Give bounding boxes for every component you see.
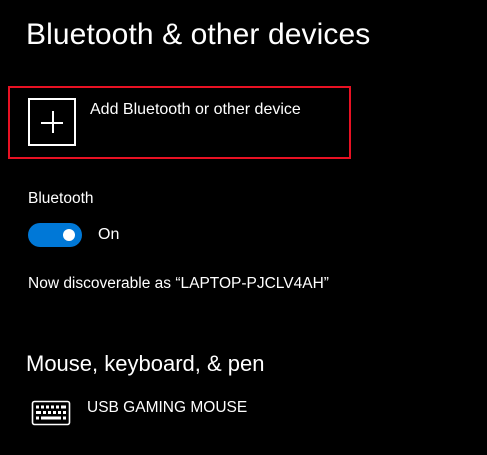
bluetooth-toggle-row: On xyxy=(28,223,119,247)
keyboard-icon xyxy=(31,400,71,426)
device-item-usb-gaming-mouse[interactable]: USB GAMING MOUSE xyxy=(31,398,247,428)
bluetooth-toggle-switch[interactable] xyxy=(28,223,82,247)
device-name: USB GAMING MOUSE xyxy=(87,399,248,416)
toggle-knob xyxy=(63,229,75,241)
bluetooth-label: Bluetooth xyxy=(28,190,94,207)
plus-icon xyxy=(28,98,76,146)
mouse-keyboard-pen-heading: Mouse, keyboard, & pen xyxy=(26,351,265,376)
bluetooth-toggle-state: On xyxy=(98,226,120,243)
add-device-label: Add Bluetooth or other device xyxy=(90,101,301,118)
discoverable-status-text: Now discoverable as “LAPTOP-PJCLV4AH” xyxy=(28,275,329,292)
add-bluetooth-device-button[interactable]: Add Bluetooth or other device xyxy=(28,98,301,146)
page-title: Bluetooth & other devices xyxy=(26,18,371,51)
